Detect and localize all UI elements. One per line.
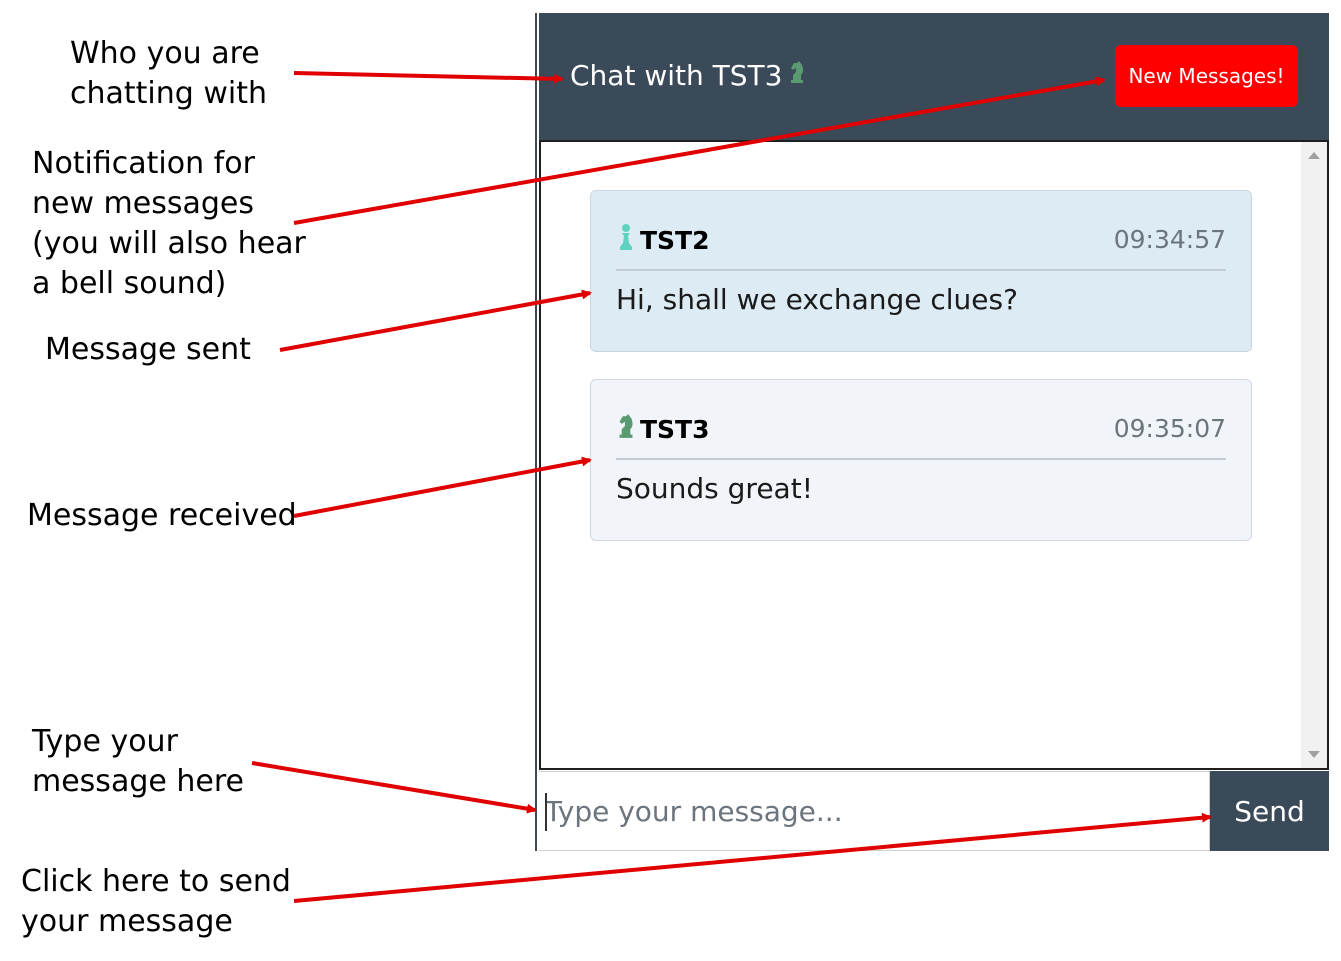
arrow-who: [293, 71, 564, 84]
annotation-notification: Notification for new messages (you will …: [32, 146, 306, 301]
message-author-name: TST3: [640, 414, 710, 444]
knight-icon: [616, 412, 636, 446]
message-sent: TST2 09:34:57 Hi, shall we exchange clue…: [590, 190, 1252, 352]
annotation-received: Message received: [27, 498, 297, 533]
message-header: TST2 09:34:57: [616, 219, 1226, 271]
knight-icon: [788, 59, 806, 92]
message-author-name: TST2: [640, 225, 710, 255]
composer: Send: [539, 771, 1329, 851]
scroll-up-icon[interactable]: [1308, 152, 1320, 159]
message-author: TST3: [616, 412, 710, 446]
annotation-who: Who you are chatting with: [70, 36, 267, 111]
message-time: 09:34:57: [1113, 225, 1226, 254]
chat-title-text: Chat with TST3: [570, 59, 783, 92]
message-received: TST3 09:35:07 Sounds great!: [590, 379, 1252, 541]
message-time: 09:35:07: [1113, 414, 1226, 443]
message-text: Sounds great!: [616, 472, 813, 505]
message-list[interactable]: TST2 09:34:57 Hi, shall we exchange clue…: [539, 140, 1329, 770]
scroll-down-icon[interactable]: [1308, 751, 1320, 758]
panel-left-border: [535, 13, 537, 851]
new-messages-badge[interactable]: New Messages!: [1115, 45, 1298, 107]
pawn-icon: [616, 223, 636, 257]
message-input[interactable]: [539, 771, 1210, 851]
scrollbar[interactable]: [1301, 142, 1327, 768]
arrow-type: [251, 761, 537, 814]
annotation-sent: Message sent: [45, 332, 251, 367]
chat-title: Chat with TST3: [570, 59, 806, 92]
annotation-click: Click here to send your message: [21, 864, 291, 939]
text-caret: [545, 793, 547, 831]
message-header: TST3 09:35:07: [616, 408, 1226, 460]
message-text: Hi, shall we exchange clues?: [616, 283, 1018, 316]
annotation-type: Type your message here: [32, 724, 244, 799]
chat-header: Chat with TST3 New Messages!: [539, 13, 1329, 140]
message-author: TST2: [616, 223, 710, 257]
send-button[interactable]: Send: [1210, 771, 1329, 851]
